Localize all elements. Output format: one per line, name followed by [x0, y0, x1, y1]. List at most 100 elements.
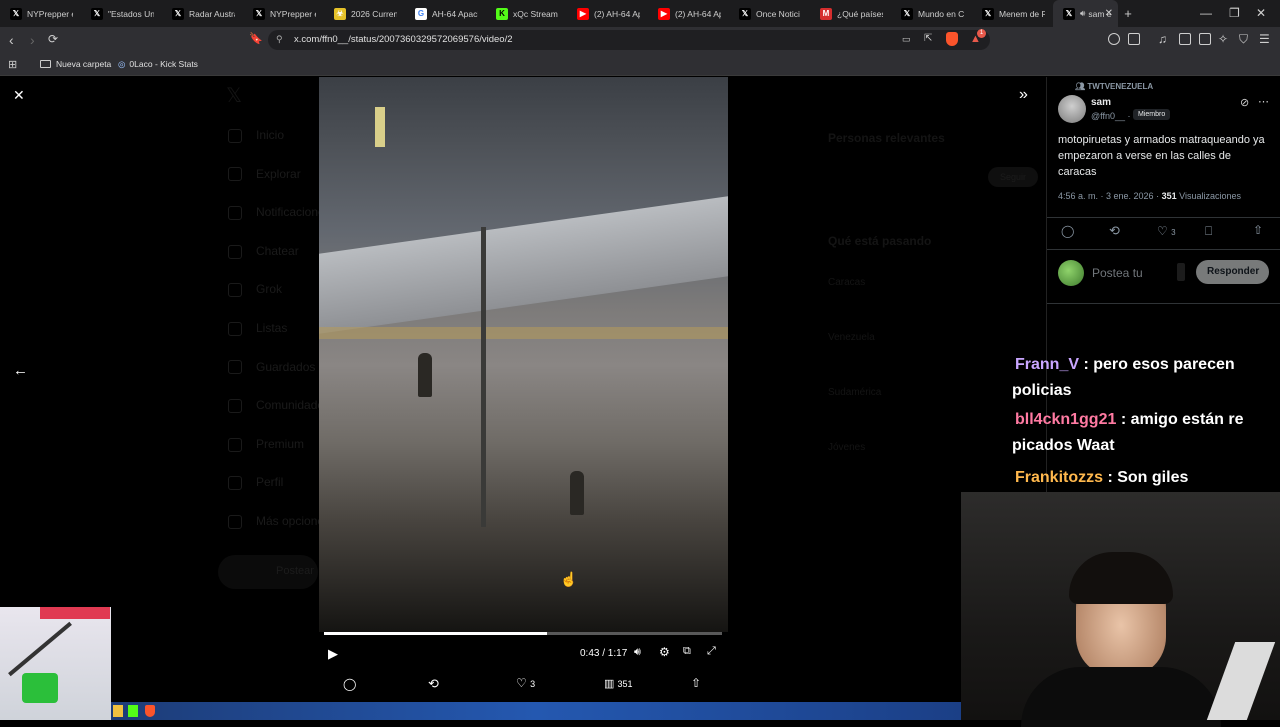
- repost-icon[interactable]: ⟲: [428, 676, 439, 692]
- volume-icon[interactable]: 🔊︎: [634, 646, 641, 659]
- views-button[interactable]: ▥ 351: [604, 677, 632, 690]
- previous-media-icon[interactable]: ←: [13, 362, 28, 379]
- audio-playing-icon[interactable]: 🔊︎: [1080, 8, 1085, 19]
- apps-grid-icon[interactable]: ⊞: [8, 58, 17, 71]
- tab-2[interactable]: 𝕏 "Estados Unic: [81, 0, 162, 27]
- tab-10[interactable]: 𝕏 Once Notici: [729, 0, 810, 27]
- close-media-icon[interactable]: ✕: [13, 87, 25, 104]
- webcam-chair: [1206, 642, 1276, 720]
- reply-icon[interactable]: ◯: [343, 677, 356, 691]
- back-icon[interactable]: ‹: [9, 32, 14, 48]
- nav-icon: [228, 437, 242, 452]
- webcam-hair: [1069, 552, 1173, 604]
- video-progress-track[interactable]: [324, 632, 722, 635]
- video-frame-bridge: [319, 196, 728, 334]
- x-logo-icon: 𝕏: [739, 7, 751, 20]
- grok-icon[interactable]: ⊘: [1240, 96, 1249, 109]
- taskbar-app-icon[interactable]: [113, 705, 123, 717]
- tab-label: (2) AH-64 Ap: [594, 8, 640, 19]
- tab-1[interactable]: 𝕏 NYPrepper e: [0, 0, 81, 27]
- restore-icon[interactable]: ❐: [1229, 6, 1240, 20]
- music-icon[interactable]: ♫: [1158, 32, 1167, 46]
- tab-14[interactable]: 𝕏 🔊︎ sam e ✕: [1053, 0, 1118, 27]
- site-info-icon[interactable]: ⚲: [276, 34, 283, 45]
- play-icon[interactable]: ▶: [328, 646, 338, 662]
- tab-4[interactable]: 𝕏 NYPrepper e: [243, 0, 324, 27]
- video-time: 0:43 / 1:17: [580, 648, 628, 659]
- tab-5[interactable]: ☣ 2026 Current: [324, 0, 405, 27]
- vpn-icon[interactable]: ⛉: [1239, 32, 1248, 47]
- share-icon[interactable]: ⇱: [924, 33, 932, 44]
- leo-ai-icon[interactable]: ✧: [1218, 32, 1228, 46]
- reply-media-icon[interactable]: [1177, 263, 1185, 281]
- sidebar-icon[interactable]: [1179, 33, 1191, 45]
- taskbar: [111, 702, 961, 720]
- bookmark-icon[interactable]: 🔖: [249, 32, 263, 45]
- tweet-reply-icon[interactable]: ◯: [1061, 224, 1074, 238]
- video-player[interactable]: [319, 77, 728, 635]
- tweet-bookmark-icon[interactable]: ⎕: [1205, 224, 1212, 239]
- tab-9[interactable]: ▶ (2) AH-64 Ap: [648, 0, 729, 27]
- fullscreen-icon[interactable]: ⤢: [707, 645, 716, 658]
- video-frame-pole: [481, 227, 486, 527]
- tab-3[interactable]: 𝕏 Radar Austra: [162, 0, 243, 27]
- extensions-icon[interactable]: [1108, 33, 1120, 45]
- cast-icon[interactable]: ▭: [902, 34, 911, 45]
- tab-bar: 𝕏NYPrepper e𝕏"Estados Unic𝕏Radar Austra𝕏…: [0, 0, 1280, 27]
- tweet-text: motopiruetas y armados matraqueando ya e…: [1058, 134, 1265, 178]
- tab-label: NYPrepper e: [270, 8, 316, 19]
- brave-shield-icon[interactable]: [946, 32, 958, 46]
- tab-6[interactable]: G AH-64 Apach: [405, 0, 486, 27]
- tab-8[interactable]: ▶ (2) AH-64 Ap: [567, 0, 648, 27]
- minimize-icon[interactable]: —: [1200, 6, 1212, 20]
- reload-icon[interactable]: ⟳: [48, 32, 58, 46]
- tab-label: 2026 Current: [351, 8, 397, 19]
- chat-username: Frankitozzs: [1015, 469, 1104, 486]
- tweet-repost-icon[interactable]: ⟲: [1109, 223, 1120, 239]
- youtube-icon: ▶: [658, 7, 670, 20]
- tab-label: NYPrepper e: [27, 8, 73, 19]
- webcam-overlay: [961, 492, 1280, 727]
- background-nav-item: Grok: [228, 282, 282, 298]
- pip-icon[interactable]: ⧉: [683, 645, 691, 658]
- video-frame-road: [319, 327, 728, 339]
- settings-icon[interactable]: ⚙: [659, 645, 670, 659]
- tab-7[interactable]: KxQc Stream -: [486, 0, 567, 27]
- bookmark-folder[interactable]: Nueva carpeta: [40, 59, 111, 69]
- reply-button[interactable]: Responder: [1196, 260, 1269, 284]
- kick-icon[interactable]: [128, 705, 138, 717]
- share-post-icon[interactable]: ⇧: [691, 676, 701, 690]
- author-name[interactable]: sam: [1091, 97, 1111, 108]
- url-field[interactable]: ⚲ x.com/ffn0__/status/200736032957206957…: [268, 29, 990, 50]
- tweet-meta: 4:56 a. m. · 3 ene. 2026 · 351 Visualiza…: [1058, 191, 1241, 201]
- divider: [1047, 217, 1280, 218]
- x-logo-icon: 𝕏: [226, 85, 243, 107]
- x-logo-icon: 𝕏: [1063, 7, 1075, 20]
- forward-icon[interactable]: ›: [30, 32, 35, 48]
- collapse-panel-icon[interactable]: »: [1019, 86, 1028, 104]
- more-options-icon[interactable]: ⋯: [1258, 95, 1269, 108]
- wallet-icon[interactable]: [1199, 33, 1211, 45]
- reply-input[interactable]: Postea tu: [1092, 266, 1143, 280]
- x-logo-icon: 𝕏: [901, 7, 913, 20]
- like-button[interactable]: ♡ 3: [516, 676, 535, 690]
- author-handle[interactable]: @ffn0__ ·: [1091, 111, 1131, 121]
- close-tab-icon[interactable]: ✕: [1105, 8, 1113, 19]
- new-tab-button[interactable]: +: [1118, 6, 1138, 21]
- menu-icon[interactable]: ☰: [1259, 32, 1270, 46]
- avatar[interactable]: [1058, 95, 1086, 123]
- tab-12[interactable]: 𝕏 Mundo en Co: [891, 0, 972, 27]
- tweet-like-button[interactable]: ♡ 3: [1157, 224, 1176, 238]
- tweet-share-icon[interactable]: ⇧: [1253, 223, 1263, 237]
- nav-icon: [228, 128, 242, 143]
- chat-message: Frann_V : pero esos parecen policias: [1012, 352, 1272, 404]
- tab-11[interactable]: M ¿Qué países s: [810, 0, 891, 27]
- m-icon: M: [820, 7, 832, 20]
- close-window-icon[interactable]: ✕: [1256, 6, 1266, 20]
- tab-search-icon[interactable]: [1128, 33, 1140, 45]
- x-logo-icon: 𝕏: [172, 7, 184, 20]
- tweet-views-count: 351: [1161, 191, 1177, 201]
- tab-13[interactable]: 𝕏 Menem de R: [972, 0, 1053, 27]
- brave-icon[interactable]: [145, 705, 155, 717]
- bookmark-link[interactable]: ◎ 0Laco - Kick Stats: [118, 59, 198, 70]
